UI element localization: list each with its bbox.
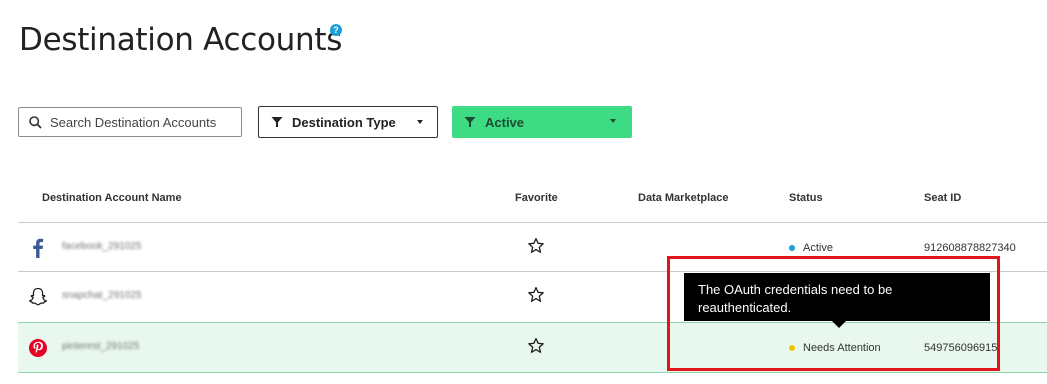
- seat-id: 549756096915: [924, 342, 998, 354]
- table-row[interactable]: facebook_291025 Active 912608878827340: [18, 222, 1047, 272]
- destination-type-filter[interactable]: Destination Type: [258, 106, 438, 138]
- status-text: Active: [803, 242, 833, 254]
- snapchat-icon: [29, 287, 47, 306]
- destination-type-label: Destination Type: [292, 114, 396, 130]
- account-name[interactable]: facebook_291025: [62, 241, 142, 252]
- status-filter[interactable]: Active: [452, 106, 632, 138]
- status-badge: Active: [789, 242, 833, 254]
- status-filter-label: Active: [485, 114, 525, 130]
- table-row[interactable]: pinterest_291025 Needs Attention 5497560…: [18, 322, 1047, 373]
- seat-id: 912608878827340: [924, 242, 1016, 254]
- column-header-status[interactable]: Status: [789, 192, 823, 204]
- search-box[interactable]: [18, 107, 242, 137]
- chevron-down-icon: [417, 120, 423, 124]
- status-badge[interactable]: Needs Attention: [789, 342, 881, 354]
- question-circle-icon[interactable]: ?: [330, 24, 342, 36]
- star-icon[interactable]: [527, 286, 545, 304]
- status-dot-icon: [789, 345, 795, 351]
- column-header-seat-id[interactable]: Seat ID: [924, 192, 961, 204]
- funnel-icon: [464, 117, 476, 127]
- account-name[interactable]: snapchat_291025: [62, 290, 142, 301]
- pinterest-icon: [29, 339, 47, 357]
- account-name[interactable]: pinterest_291025: [62, 341, 139, 352]
- status-tooltip: The OAuth credentials need to be reauthe…: [684, 273, 990, 328]
- search-icon: [29, 115, 42, 129]
- status-dot-icon: [789, 245, 795, 251]
- star-icon[interactable]: [527, 237, 545, 255]
- column-header-favorite[interactable]: Favorite: [515, 192, 558, 204]
- facebook-icon: [33, 238, 44, 258]
- chevron-down-icon: [610, 119, 616, 123]
- star-icon[interactable]: [527, 337, 545, 355]
- funnel-icon: [271, 117, 283, 127]
- column-header-marketplace[interactable]: Data Marketplace: [638, 192, 729, 204]
- status-text: Needs Attention: [803, 342, 881, 354]
- column-header-name[interactable]: Destination Account Name: [42, 192, 182, 204]
- search-input[interactable]: [50, 114, 230, 130]
- page-title: Destination Accounts: [19, 22, 343, 58]
